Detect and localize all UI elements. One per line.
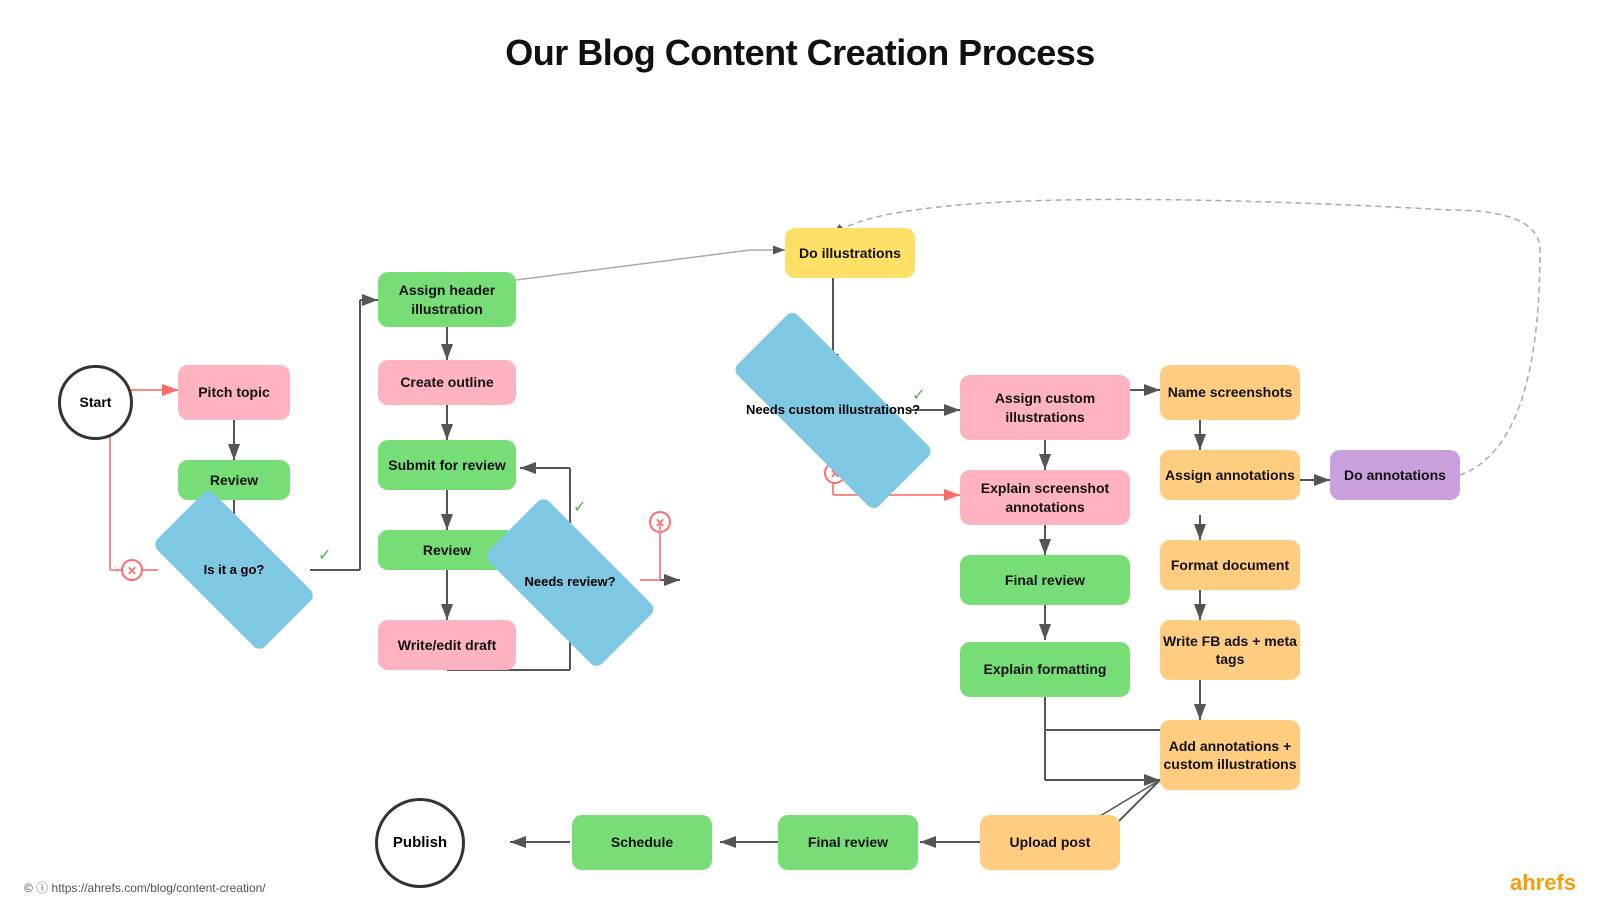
pitch-topic-label: Pitch topic [198, 383, 270, 401]
final-review2-label: Final review [808, 833, 888, 851]
explain-formatting-node: Explain formatting [960, 642, 1130, 697]
create-outline-node: Create outline [378, 360, 516, 405]
do-annotations-label: Do annotations [1344, 466, 1446, 484]
brand-text: ahrefs [1510, 870, 1576, 895]
footer-url: https://ahrefs.com/blog/content-creation… [52, 881, 266, 895]
final-review1-node: Final review [960, 555, 1130, 605]
assign-annotations-node: Assign annotations [1160, 450, 1300, 500]
explain-screenshot-node: Explain screenshot annotations [960, 470, 1130, 525]
final-review2-node: Final review [778, 815, 918, 870]
needs-custom-label: Needs custom illustrations? [746, 402, 920, 419]
needs-review-label: Needs review? [524, 574, 615, 591]
write-edit-label: Write/edit draft [398, 636, 497, 654]
svg-text:✓: ✓ [318, 547, 331, 564]
svg-text:✕: ✕ [655, 516, 665, 530]
needs-custom-node: Needs custom illustrations? [733, 368, 933, 453]
footer-brand: ahrefs [1510, 870, 1576, 896]
write-edit-node: Write/edit draft [378, 620, 516, 670]
page-title: Our Blog Content Creation Process [0, 0, 1600, 74]
footer-copyright: © ⓘ https://ahrefs.com/blog/content-crea… [24, 879, 266, 896]
add-annotations-label: Add annotations + custom illustrations [1160, 737, 1300, 773]
format-document-label: Format document [1171, 556, 1289, 574]
create-outline-label: Create outline [400, 373, 493, 391]
assign-header-label: Assign header illustration [378, 281, 516, 317]
publish-node: Publish [375, 798, 465, 888]
name-screenshots-node: Name screenshots [1160, 365, 1300, 420]
is-it-a-go-label: Is it a go? [204, 562, 265, 579]
explain-formatting-label: Explain formatting [984, 660, 1107, 678]
format-document-node: Format document [1160, 540, 1300, 590]
assign-custom-node: Assign custom illustrations [960, 375, 1130, 440]
name-screenshots-label: Name screenshots [1168, 383, 1293, 401]
start-node: Start [58, 365, 133, 440]
schedule-node: Schedule [572, 815, 712, 870]
review1-node: Review [178, 460, 290, 500]
upload-post-label: Upload post [1010, 833, 1091, 851]
do-illustrations-node: Do illustrations [785, 228, 915, 278]
pitch-topic-node: Pitch topic [178, 365, 290, 420]
review2-label: Review [423, 541, 471, 559]
publish-label: Publish [393, 833, 447, 853]
write-fb-label: Write FB ads + meta tags [1160, 632, 1300, 668]
submit-review-label: Submit for review [388, 456, 505, 474]
do-illustrations-label: Do illustrations [799, 244, 901, 262]
is-it-a-go-node: Is it a go? [158, 530, 310, 610]
final-review1-label: Final review [1005, 571, 1085, 589]
assign-custom-label: Assign custom illustrations [960, 389, 1130, 425]
start-label: Start [80, 393, 112, 411]
schedule-label: Schedule [611, 833, 673, 851]
explain-screenshot-label: Explain screenshot annotations [960, 479, 1130, 515]
submit-review-node: Submit for review [378, 440, 516, 490]
upload-post-node: Upload post [980, 815, 1120, 870]
assign-annotations-label: Assign annotations [1165, 466, 1295, 484]
svg-text:✕: ✕ [127, 564, 137, 578]
add-annotations-node: Add annotations + custom illustrations [1160, 720, 1300, 790]
svg-text:✓: ✓ [573, 499, 586, 516]
do-annotations-node: Do annotations [1330, 450, 1460, 500]
write-fb-node: Write FB ads + meta tags [1160, 620, 1300, 680]
review1-label: Review [210, 471, 258, 489]
assign-header-node: Assign header illustration [378, 272, 516, 327]
needs-review-node: Needs review? [490, 540, 650, 625]
